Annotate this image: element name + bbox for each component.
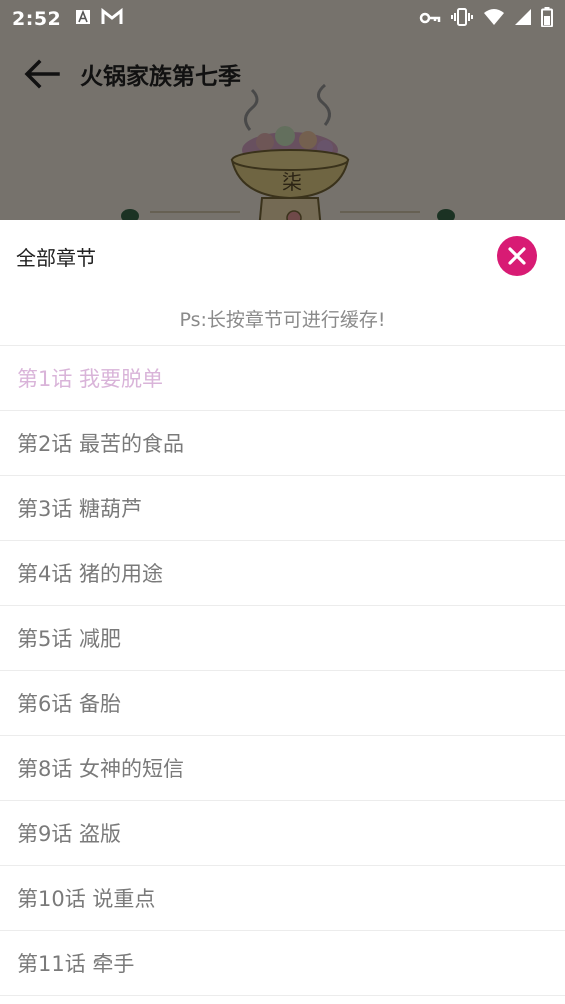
status-time: 2:52 (12, 8, 62, 30)
chapter-item[interactable]: 第1话 我要脱单 (0, 346, 565, 411)
back-button[interactable] (18, 50, 66, 98)
battery-icon (541, 7, 553, 31)
sheet-header: 全部章节 (0, 220, 565, 292)
wifi-icon (483, 8, 505, 30)
font-notification-icon (75, 9, 91, 29)
chapter-list-sheet: 全部章节 Ps:长按章节可进行缓存! 第1话 我要脱单 第2话 最苦的食品 第3… (0, 220, 565, 1004)
chapter-item[interactable]: 第9话 盗版 (0, 801, 565, 866)
chapter-item[interactable]: 第11话 牵手 (0, 931, 565, 996)
vpn-key-icon (419, 10, 441, 29)
page-title: 火锅家族第七季 (80, 64, 241, 90)
chapter-item[interactable]: 第2话 最苦的食品 (0, 411, 565, 476)
arrow-left-icon (24, 59, 60, 89)
chapter-item[interactable]: 第4话 猪的用途 (0, 541, 565, 606)
close-icon (508, 247, 526, 265)
gmail-icon (101, 7, 123, 30)
sheet-title: 全部章节 (16, 245, 96, 270)
close-button[interactable] (497, 236, 537, 276)
status-bar: 2:52 (0, 0, 565, 38)
chapter-list: 第1话 我要脱单 第2话 最苦的食品 第3话 糖葫芦 第4话 猪的用途 第5话 … (0, 346, 565, 996)
signal-icon (514, 8, 532, 30)
chapter-item[interactable]: 第3话 糖葫芦 (0, 476, 565, 541)
toolbar: 火锅家族第七季 (0, 44, 565, 104)
chapter-item[interactable]: 第8话 女神的短信 (0, 736, 565, 801)
cache-hint: Ps:长按章节可进行缓存! (0, 292, 565, 346)
chapter-item[interactable]: 第6话 备胎 (0, 671, 565, 736)
vibrate-icon (450, 7, 474, 31)
chapter-item[interactable]: 第5话 减肥 (0, 606, 565, 671)
chapter-item[interactable]: 第10话 说重点 (0, 866, 565, 931)
